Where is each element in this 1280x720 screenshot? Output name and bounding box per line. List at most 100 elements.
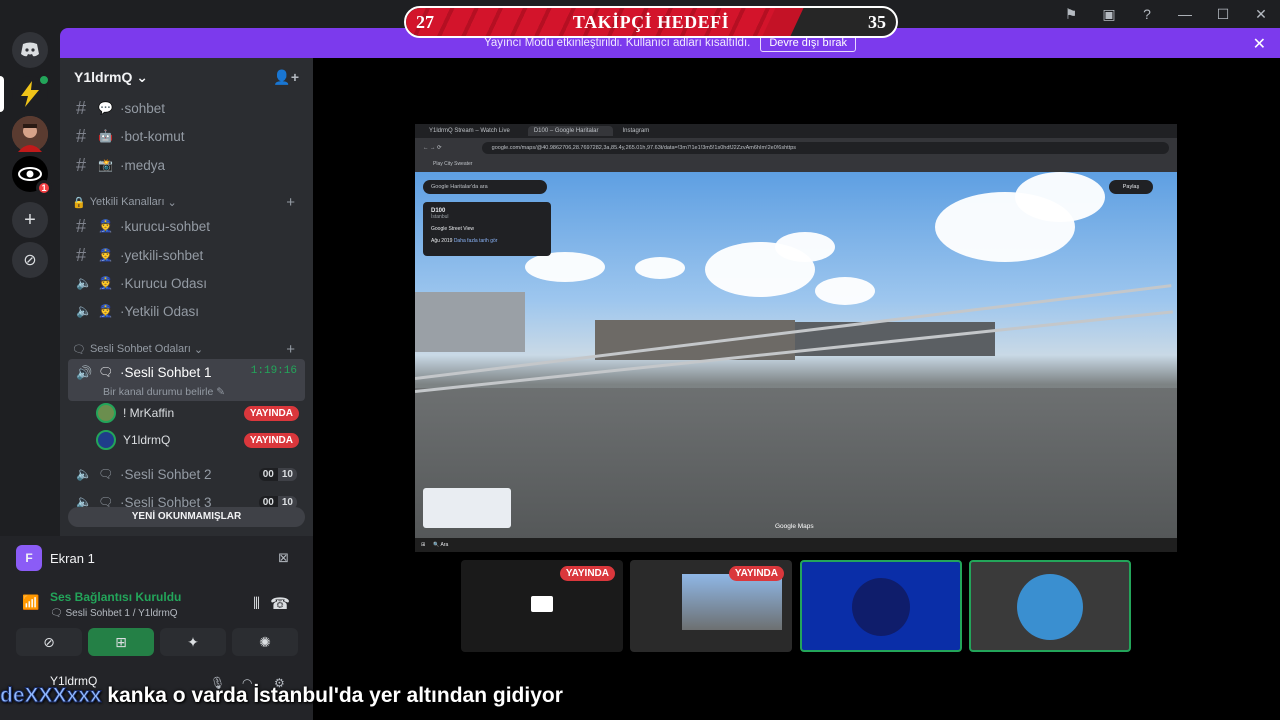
inbox-icon[interactable]: ▣	[1090, 0, 1128, 28]
server-icon-lightning[interactable]	[12, 74, 50, 112]
lock-icon: 🔒	[72, 196, 86, 209]
place-info-card: D100 İstanbul Google Street View Ağu 201…	[423, 202, 551, 256]
hash-icon: #	[76, 97, 87, 118]
voice-controls: ⊘ ⊞ ✦ ✺	[16, 628, 298, 656]
channel-label: medya	[124, 157, 166, 173]
speech-bubble-icon: 🗨	[98, 467, 114, 481]
camera-off-icon[interactable]: ⊘	[16, 628, 82, 656]
nav-arrows-icon[interactable]: ← → ⟳	[423, 145, 442, 151]
follower-goal-bar: 27 TAKİPÇİ HEDEFİ 35	[404, 6, 898, 38]
voice-user-mrkaffin[interactable]: ! MrKaffin YAYINDA	[96, 401, 305, 425]
maps-search-input[interactable]: Google Haritalar'da ara	[423, 180, 547, 194]
browser-tab[interactable]: Y1ldrmQ Stream – Watch Live	[423, 126, 524, 136]
windows-start-icon[interactable]: ⊞	[421, 542, 425, 548]
live-badge: YAYINDA	[728, 566, 784, 581]
channel-sesli-sohbet-2[interactable]: 🔈 🗨 · Sesli Sohbet 2 00 10	[68, 461, 305, 487]
hash-icon: #	[76, 125, 87, 146]
close-window-icon[interactable]: ✕	[1242, 0, 1280, 28]
address-bar: ← → ⟳ google.com/maps/@40.9862706,28.769…	[415, 138, 1177, 158]
add-channel-icon[interactable]: +	[286, 341, 295, 358]
category-sesli[interactable]: 🗨 Sesli Sohbet Odaları ⌄ +	[72, 340, 301, 358]
share-button[interactable]: Paylaş	[1109, 180, 1153, 194]
screen-title: Ekran 1	[50, 550, 95, 566]
close-icon[interactable]: ✕	[1253, 34, 1266, 54]
voice-user-name: ! MrKaffin	[123, 406, 175, 420]
server-icon-eye[interactable]: 1	[12, 156, 52, 196]
noise-suppression-icon[interactable]: ⦀	[253, 596, 260, 614]
taskbar-search[interactable]: 🔍 Ara	[433, 542, 448, 548]
speaker-icon: 🔈	[76, 303, 93, 318]
channel-emoji: 👮	[98, 304, 113, 318]
place-date: Ağu 2019	[431, 238, 453, 244]
add-channel-icon[interactable]: +	[286, 194, 295, 211]
live-badge: YAYINDA	[559, 566, 615, 581]
channel-label: sohbet	[124, 100, 166, 116]
category-label: Yetkili Kanalları	[89, 196, 165, 208]
invite-people-icon[interactable]: 👤+	[273, 69, 299, 86]
channel-label: Sesli Sohbet 2	[124, 466, 212, 482]
place-source: Google Street View	[431, 226, 474, 232]
new-unreads-button[interactable]: YENİ OKUNMAMIŞLAR	[68, 507, 305, 527]
voice-user-y1ldrmq[interactable]: Y1ldrmQ YAYINDA	[96, 428, 305, 452]
screen-share-icon[interactable]: ⊞	[88, 628, 154, 656]
bookmarks-bar[interactable]: Play City Sweater	[415, 158, 1177, 172]
channel-sohbet[interactable]: # 💬 · sohbet	[68, 95, 305, 121]
more-dates-link[interactable]: Daha fazla tarih gör	[454, 238, 498, 244]
pencil-icon: ✎	[216, 386, 226, 398]
participant-tile-2[interactable]	[969, 560, 1131, 652]
channel-sesli-sohbet-1[interactable]: 🔊 🗨 · Sesli Sohbet 1 1:19:16 Bir kanal d…	[68, 359, 305, 401]
browser-tab-active[interactable]: D100 – Google Haritalar	[527, 126, 613, 136]
category-yetkili[interactable]: 🔒 Yetkili Kanalları ⌄ +	[72, 193, 301, 211]
add-server-icon[interactable]: +	[12, 202, 48, 238]
window-controls: ⚑ ▣ ? — ☐ ✕	[1052, 0, 1280, 28]
browser-tab[interactable]: Instagram	[617, 126, 664, 136]
activities-icon[interactable]: ✦	[160, 628, 226, 656]
voice-connection: 📶 Ses Bağlantısı Kuruldu 🗨 Sesli Sohbet …	[20, 588, 300, 628]
connection-status[interactable]: Ses Bağlantısı Kuruldu	[50, 590, 181, 604]
help-icon[interactable]: ?	[1128, 0, 1166, 28]
channel-label: kurucu-sohbet	[124, 218, 211, 234]
street-view-image[interactable]: Google Haritalar'da ara D100 İstanbul Go…	[415, 172, 1177, 538]
discord-home-icon[interactable]	[12, 32, 48, 68]
channel-label: bot-komut	[124, 128, 185, 144]
channel-bot-komut[interactable]: # 🤖 · bot-komut	[68, 123, 305, 149]
place-subtitle: İstanbul	[431, 214, 449, 220]
url-field[interactable]: google.com/maps/@40.9862706,28.7697282,3…	[481, 142, 1169, 154]
server-mention-badge: 1	[36, 180, 52, 196]
caption-username: deXXXxxx	[0, 684, 102, 708]
channel-label: Sesli Sohbet 1	[124, 365, 212, 380]
avatar	[96, 430, 116, 450]
voice-timer: 1:19:16	[250, 365, 297, 377]
connection-channel: 🗨 Sesli Sohbet 1 / Y1ldrmQ	[50, 608, 178, 619]
screen-share-row[interactable]: F Ekran 1 ⊠	[16, 544, 297, 572]
channel-status-prompt[interactable]: Bir kanal durumu belirle ✎	[103, 386, 225, 398]
channel-yetkili-odasi[interactable]: 🔈 👮 · Yetkili Odası	[68, 298, 305, 324]
guild-header[interactable]: Y1ldrmQ ⌄ 👤+	[60, 58, 313, 96]
channel-emoji: 🤖	[98, 129, 113, 143]
close-screen-icon[interactable]: ⊠	[278, 550, 289, 566]
soundboard-icon[interactable]: ✺	[232, 628, 298, 656]
channel-medya[interactable]: # 📸 · medya	[68, 152, 305, 178]
participant-tile-1[interactable]	[800, 560, 962, 652]
channel-emoji: 📸	[98, 158, 113, 172]
caption-text: kanka o varda İstanbul'da yer altından g…	[107, 684, 563, 707]
disconnect-icon[interactable]: ☎	[270, 594, 290, 614]
channel-kurucu-sohbet[interactable]: # 👮 · kurucu-sohbet	[68, 213, 305, 239]
flag-icon[interactable]: ⚑	[1052, 0, 1090, 28]
avatar	[852, 578, 910, 636]
stream-preview	[682, 574, 782, 630]
user-limit-counter: 00 10	[258, 467, 297, 481]
channel-kurucu-odasi[interactable]: 🔈 👮 · Kurucu Odası	[68, 270, 305, 296]
streamed-browser-window: Y1ldrmQ Stream – Watch Live D100 – Googl…	[415, 124, 1177, 552]
minimize-icon[interactable]: —	[1166, 0, 1204, 28]
channel-label: Yetkili Odası	[124, 303, 200, 319]
discover-icon[interactable]: ⊘	[12, 242, 48, 278]
mini-map[interactable]	[423, 488, 511, 528]
stream-thumbnail-2[interactable]: YAYINDA	[630, 560, 792, 652]
avatar	[1017, 574, 1083, 640]
server-icon-avatar[interactable]	[12, 116, 48, 152]
speech-bubble-icon: 🗨	[72, 343, 86, 356]
maximize-icon[interactable]: ☐	[1204, 0, 1242, 28]
stream-thumbnail-1[interactable]: YAYINDA	[461, 560, 623, 652]
channel-yetkili-sohbet[interactable]: # 👮 · yetkili-sohbet	[68, 242, 305, 268]
